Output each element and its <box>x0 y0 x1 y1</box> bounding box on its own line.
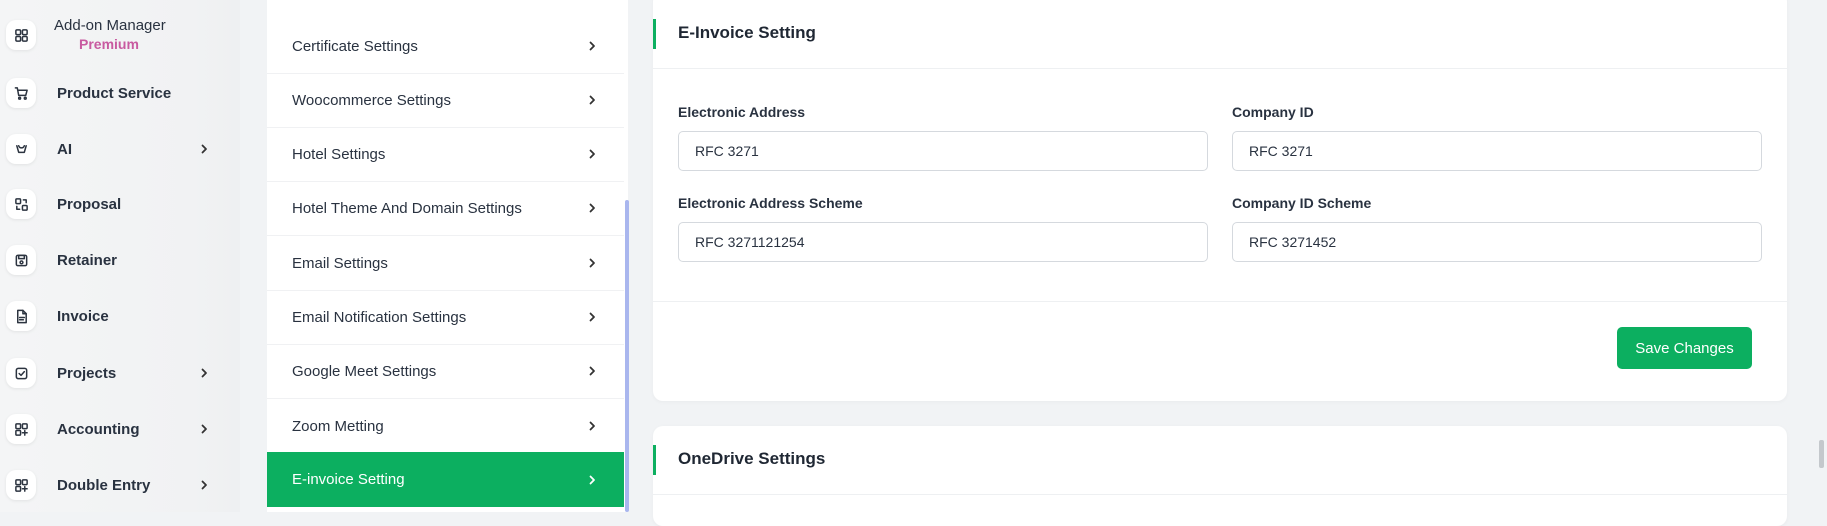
checkbox-icon <box>6 358 36 388</box>
electronic-address-scheme-input[interactable] <box>678 222 1208 262</box>
chevron-right-icon <box>586 257 598 269</box>
file-icon <box>6 301 36 331</box>
electronic-address-scheme-label: Electronic Address Scheme <box>678 195 863 211</box>
settings-scrollbar[interactable] <box>625 200 629 512</box>
settings-item-label: E-invoice Setting <box>292 471 405 488</box>
card-header: OneDrive Settings <box>653 426 1787 495</box>
settings-item-label: Hotel Theme And Domain Settings <box>292 199 522 217</box>
settings-item-hotel-theme[interactable]: Hotel Theme And Domain Settings <box>267 181 624 236</box>
settings-menu: Certificate Settings Woocommerce Setting… <box>267 0 629 512</box>
chevron-right-icon <box>586 365 598 377</box>
premium-badge: Premium <box>79 36 139 52</box>
chevron-right-icon <box>198 367 210 379</box>
nav-item-proposal[interactable]: Proposal <box>0 186 220 222</box>
nav-label: Product Service <box>57 84 172 102</box>
save-icon <box>6 245 36 275</box>
chevron-right-icon <box>198 423 210 435</box>
settings-item-label: Certificate Settings <box>292 37 418 55</box>
chevron-right-icon <box>586 202 598 214</box>
chevron-right-icon <box>586 148 598 160</box>
settings-item-label: Google Meet Settings <box>292 362 437 380</box>
company-id-scheme-input[interactable] <box>1232 222 1762 262</box>
page-scrollbar[interactable] <box>1819 440 1824 468</box>
proposal-icon <box>6 189 36 219</box>
card-divider <box>653 301 1787 302</box>
save-changes-button[interactable]: Save Changes <box>1617 327 1752 369</box>
nav-label: Accounting <box>57 420 140 438</box>
company-id-scheme-label: Company ID Scheme <box>1232 195 1372 211</box>
apps-icon <box>6 470 36 500</box>
nav-item-ai[interactable]: AI <box>0 131 220 167</box>
nav-label: Retainer <box>57 251 118 269</box>
company-id-input[interactable] <box>1232 131 1762 171</box>
nav-label: Double Entry <box>57 476 151 494</box>
main-sidebar: Add-on Manager Premium Product Service A… <box>0 0 240 512</box>
nav-label: Projects <box>57 364 117 382</box>
einvoice-card: E-Invoice Setting Electronic Address Com… <box>653 0 1787 401</box>
settings-item-woocommerce[interactable]: Woocommerce Settings <box>267 73 624 128</box>
chevron-right-icon <box>586 420 598 432</box>
onedrive-card: OneDrive Settings <box>653 426 1787 526</box>
chevron-right-icon <box>586 474 598 486</box>
nav-item-invoice[interactable]: Invoice <box>0 298 220 334</box>
chevron-right-icon <box>586 311 598 323</box>
apps-icon <box>6 414 36 444</box>
card-title: E-Invoice Setting <box>678 23 816 42</box>
settings-item-email[interactable]: Email Settings <box>267 236 624 291</box>
grid-icon <box>6 20 36 50</box>
nav-label: Invoice <box>57 307 109 325</box>
nav-item-double-entry[interactable]: Double Entry <box>0 467 220 503</box>
card-accent <box>653 19 656 49</box>
nav-item-retainer[interactable]: Retainer <box>0 242 220 278</box>
cart-icon <box>6 78 36 108</box>
settings-item-certificate[interactable]: Certificate Settings <box>267 19 624 74</box>
settings-item-google-meet[interactable]: Google Meet Settings <box>267 344 624 399</box>
settings-item-einvoice[interactable]: E-invoice Setting <box>267 452 624 507</box>
electronic-address-input[interactable] <box>678 131 1208 171</box>
settings-item-email-notification[interactable]: Email Notification Settings <box>267 290 624 345</box>
settings-item-label: Email Settings <box>292 254 388 272</box>
company-id-label: Company ID <box>1232 104 1314 120</box>
settings-item-hotel[interactable]: Hotel Settings <box>267 127 624 182</box>
electronic-address-label: Electronic Address <box>678 104 806 120</box>
settings-item-zoom[interactable]: Zoom Metting <box>267 399 624 454</box>
card-accent <box>653 445 656 475</box>
settings-item-label: Email Notification Settings <box>292 308 467 326</box>
settings-item-label: Zoom Metting <box>292 417 384 435</box>
chevron-right-icon <box>586 40 598 52</box>
chevron-right-icon <box>198 479 210 491</box>
nav-item-projects[interactable]: Projects <box>0 355 220 391</box>
card-title: OneDrive Settings <box>678 449 826 468</box>
settings-item-label: Hotel Settings <box>292 145 386 163</box>
nav-label: Proposal <box>57 195 122 213</box>
nav-item-accounting[interactable]: Accounting <box>0 411 220 447</box>
ai-icon <box>6 134 36 164</box>
nav-item-product-service[interactable]: Product Service <box>0 75 220 111</box>
nav-label: AI <box>57 140 72 158</box>
chevron-right-icon <box>198 143 210 155</box>
card-header: E-Invoice Setting <box>653 0 1787 69</box>
settings-item-label: Woocommerce Settings <box>292 91 451 109</box>
nav-label: Add-on Manager <box>54 17 166 34</box>
chevron-right-icon <box>586 94 598 106</box>
